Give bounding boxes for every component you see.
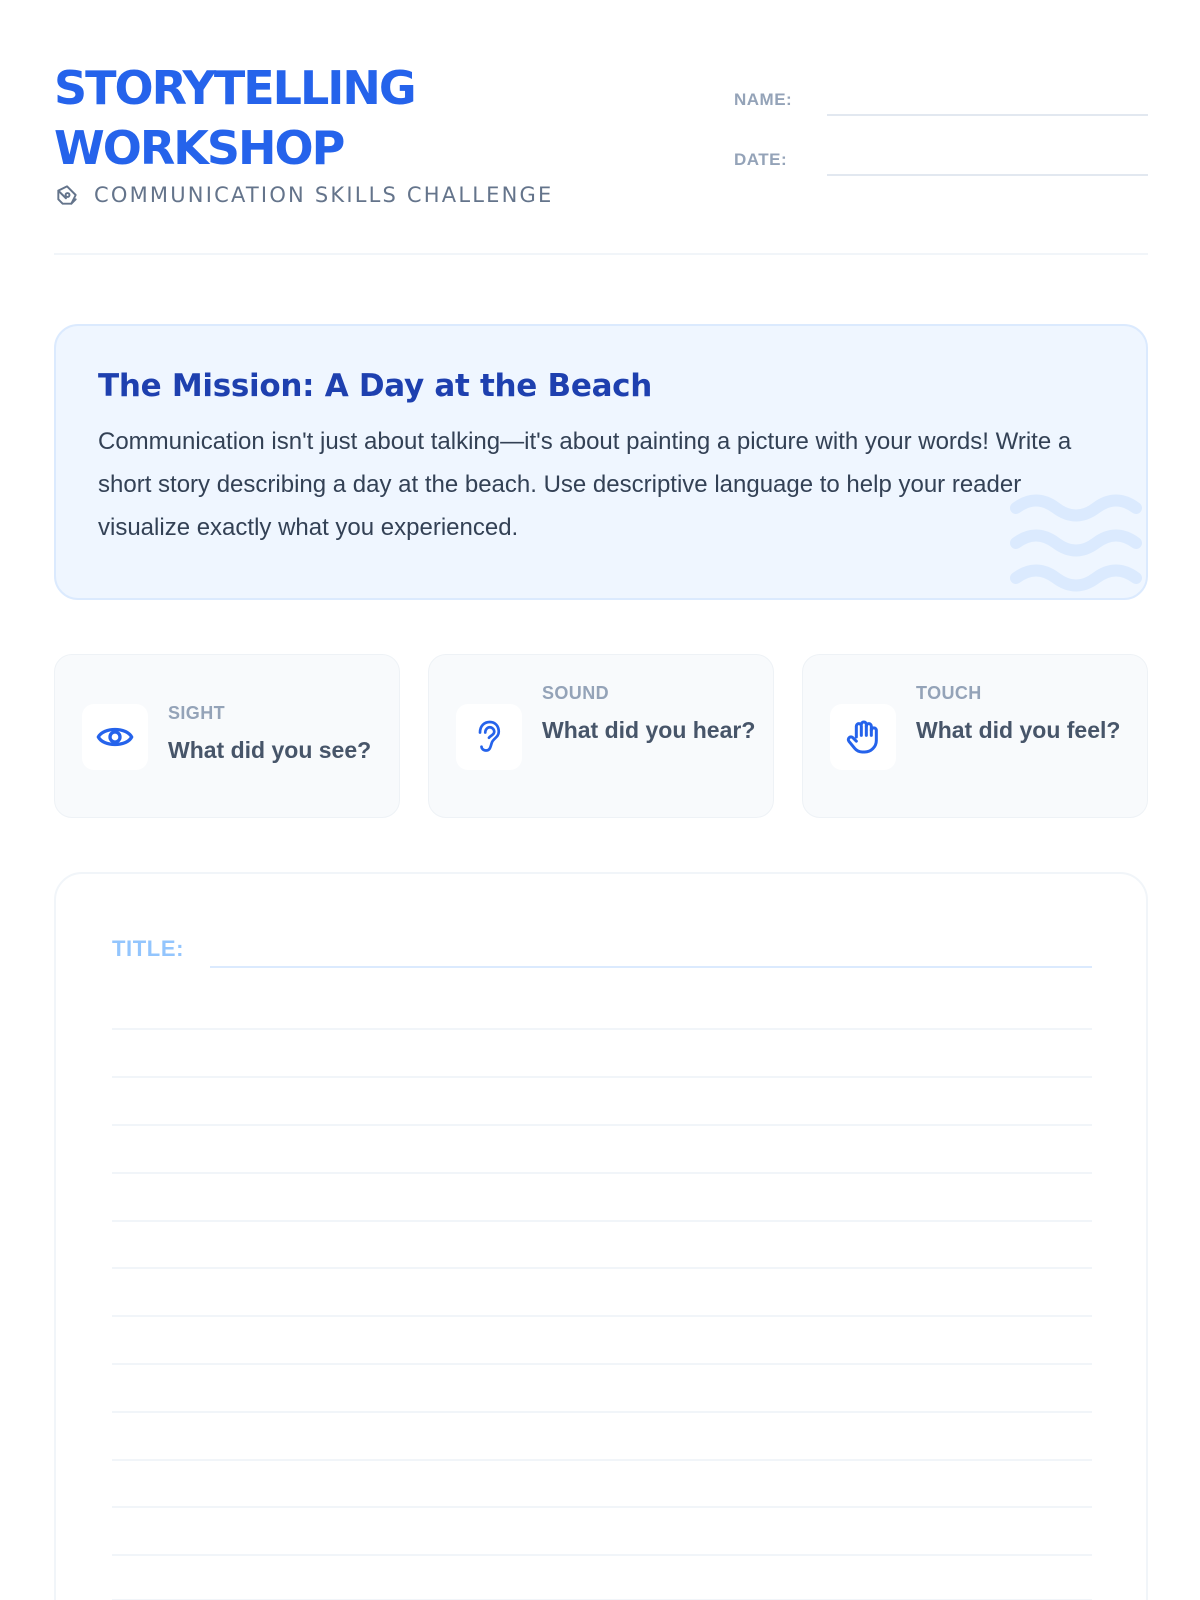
worksheet-title: STORYTELLING WORKSHOP	[54, 58, 474, 178]
sense-label: SIGHT	[168, 703, 226, 723]
sense-question: What did you hear?	[542, 717, 756, 743]
sense-text-sound: SOUND What did you hear?	[542, 683, 762, 750]
worksheet-header: STORYTELLING WORKSHOP COMMUNICATION SKIL…	[54, 58, 1148, 258]
name-label: NAME:	[734, 90, 793, 109]
writing-line[interactable]	[112, 1459, 1092, 1461]
story-title-line[interactable]	[210, 966, 1092, 968]
worksheet-subtitle: COMMUNICATION SKILLS CHALLENGE	[94, 183, 554, 207]
sense-card-touch: TOUCH What did you feel?	[802, 654, 1148, 818]
mission-title: The Mission: A Day at the Beach	[98, 368, 653, 404]
pen-nib-icon	[54, 182, 80, 208]
story-title-field[interactable]: TITLE:	[112, 936, 1092, 976]
name-field[interactable]: NAME:	[734, 90, 1148, 150]
date-label: DATE:	[734, 150, 788, 169]
name-input-line[interactable]	[827, 114, 1148, 116]
title-line-2: WORKSHOP	[54, 121, 345, 175]
sense-card-sound: SOUND What did you hear?	[428, 654, 774, 818]
writing-line[interactable]	[112, 1172, 1092, 1174]
writing-line[interactable]	[112, 1506, 1092, 1508]
writing-line[interactable]	[112, 1315, 1092, 1317]
sense-question: What did you see?	[168, 737, 372, 763]
story-title-label: TITLE:	[112, 936, 185, 961]
sense-label: TOUCH	[916, 683, 982, 703]
subtitle-row: COMMUNICATION SKILLS CHALLENGE	[54, 182, 553, 208]
worksheet-page: STORYTELLING WORKSHOP COMMUNICATION SKIL…	[0, 0, 1200, 1600]
sense-label: SOUND	[542, 683, 610, 703]
senses-row: SIGHT What did you see? SOUND What did y…	[54, 654, 1148, 818]
date-input-line[interactable]	[827, 174, 1148, 176]
sense-text-touch: TOUCH What did you feel?	[916, 683, 1136, 750]
title-line-1: STORYTELLING	[54, 61, 417, 115]
writing-line[interactable]	[112, 1124, 1092, 1126]
writing-line[interactable]	[112, 1554, 1092, 1556]
ear-icon	[456, 704, 522, 770]
date-field[interactable]: DATE:	[734, 150, 1148, 210]
writing-line[interactable]	[112, 1411, 1092, 1413]
sense-card-sight: SIGHT What did you see?	[54, 654, 400, 818]
hand-icon	[830, 704, 896, 770]
eye-icon	[82, 704, 148, 770]
writing-line[interactable]	[112, 1028, 1092, 1030]
writing-line[interactable]	[112, 1267, 1092, 1269]
mission-card: The Mission: A Day at the Beach Communic…	[54, 324, 1148, 600]
header-divider	[54, 253, 1148, 255]
writing-line[interactable]	[112, 1363, 1092, 1365]
title-block: STORYTELLING WORKSHOP	[54, 58, 474, 178]
writing-line[interactable]	[112, 1076, 1092, 1078]
writing-area[interactable]: TITLE:	[54, 872, 1148, 1600]
sense-text-sight: SIGHT What did you see?	[168, 703, 388, 770]
sense-question: What did you feel?	[916, 717, 1121, 743]
student-fields: NAME: DATE:	[734, 90, 1148, 210]
mission-description: Communication isn't just about talking—i…	[98, 428, 1072, 541]
writing-line[interactable]	[112, 1220, 1092, 1222]
